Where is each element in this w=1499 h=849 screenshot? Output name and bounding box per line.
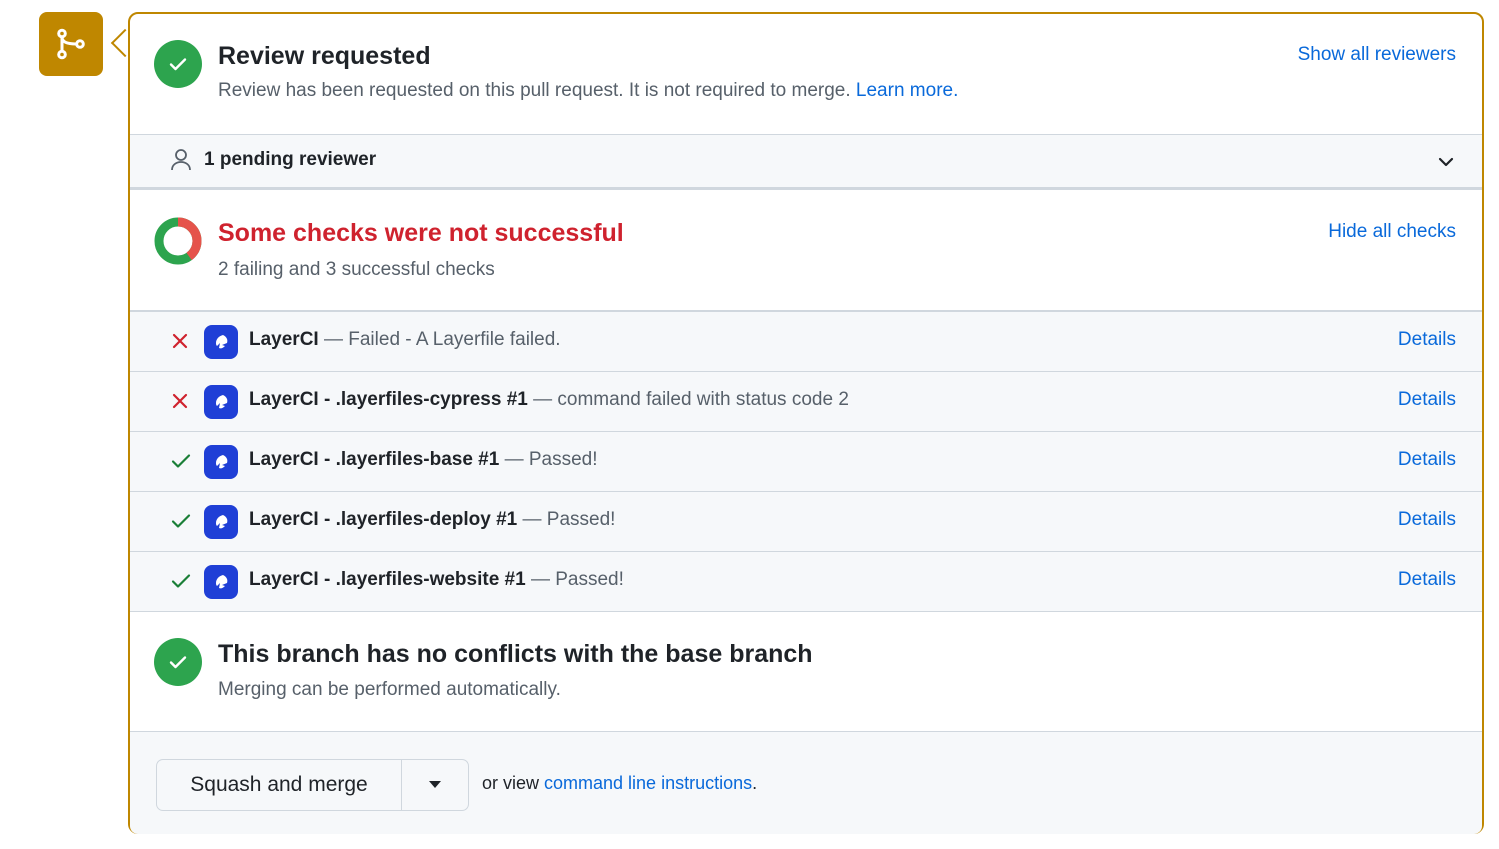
layerci-logo-icon	[204, 565, 238, 599]
review-title: Review requested	[218, 42, 431, 70]
chevron-down-icon[interactable]	[1436, 152, 1456, 177]
check-circle-icon	[154, 638, 202, 686]
merge-section: Squash and merge or view command line in…	[130, 731, 1482, 834]
check-row: LayerCI - .layerfiles-deploy #1 — Passed…	[130, 491, 1482, 551]
check-description: — Passed!	[517, 509, 616, 530]
merge-box: Review requested Review has been request…	[128, 12, 1484, 834]
details-link[interactable]: Details	[1398, 449, 1456, 471]
checks-donut-icon	[154, 217, 202, 265]
details-link[interactable]: Details	[1398, 389, 1456, 411]
x-icon	[170, 391, 190, 411]
checks-subtitle: 2 failing and 3 successful checks	[218, 259, 495, 280]
check-circle-icon	[154, 40, 202, 88]
check-description: — Passed!	[525, 569, 624, 590]
review-subtitle: Review has been requested on this pull r…	[218, 80, 959, 101]
details-link[interactable]: Details	[1398, 329, 1456, 351]
checks-section: Some checks were not successful 2 failin…	[130, 190, 1482, 311]
merge-options-dropdown[interactable]	[402, 760, 468, 810]
check-name: LayerCI	[249, 329, 319, 350]
layerci-logo-icon	[204, 385, 238, 419]
check-name: LayerCI - .layerfiles-deploy #1	[249, 509, 518, 530]
details-link[interactable]: Details	[1398, 569, 1456, 591]
caret-down-icon	[428, 776, 442, 794]
show-all-reviewers-link[interactable]: Show all reviewers	[1298, 44, 1456, 66]
git-merge-icon	[39, 12, 103, 76]
layerci-logo-icon	[204, 505, 238, 539]
check-row: LayerCI — Failed - A Layerfile failed. D…	[130, 311, 1482, 371]
command-line-hint: or view command line instructions.	[482, 773, 758, 793]
review-section: Review requested Review has been request…	[130, 14, 1482, 134]
check-description: — Passed!	[499, 449, 598, 470]
pending-reviewer-row[interactable]: 1 pending reviewer	[130, 134, 1482, 190]
person-icon	[170, 148, 192, 177]
check-description: — Failed - A Layerfile failed.	[318, 329, 561, 350]
check-row: LayerCI - .layerfiles-base #1 — Passed! …	[130, 431, 1482, 491]
check-name: LayerCI - .layerfiles-base #1	[249, 449, 500, 470]
squash-and-merge-button[interactable]: Squash and merge	[157, 760, 402, 810]
conflicts-title: This branch has no conflicts with the ba…	[218, 640, 813, 668]
check-name: LayerCI - .layerfiles-cypress #1	[249, 389, 528, 410]
pending-reviewer-label: 1 pending reviewer	[204, 149, 377, 170]
layerci-logo-icon	[204, 325, 238, 359]
hide-all-checks-link[interactable]: Hide all checks	[1328, 221, 1456, 243]
x-icon	[170, 331, 190, 351]
command-line-instructions-link[interactable]: command line instructions	[544, 773, 752, 793]
check-description: — command failed with status code 2	[527, 389, 849, 410]
learn-more-link[interactable]: Learn more.	[856, 80, 958, 101]
layerci-logo-icon	[204, 445, 238, 479]
merge-button-group: Squash and merge	[156, 759, 469, 811]
check-row: LayerCI - .layerfiles-cypress #1 — comma…	[130, 371, 1482, 431]
check-row: LayerCI - .layerfiles-website #1 — Passe…	[130, 551, 1482, 611]
check-icon	[170, 451, 191, 471]
conflicts-subtitle: Merging can be performed automatically.	[218, 679, 561, 700]
check-icon	[170, 571, 191, 591]
checks-title: Some checks were not successful	[218, 219, 624, 247]
check-icon	[170, 511, 191, 531]
check-name: LayerCI - .layerfiles-website #1	[249, 569, 526, 590]
details-link[interactable]: Details	[1398, 509, 1456, 531]
conflicts-section: This branch has no conflicts with the ba…	[130, 611, 1482, 731]
